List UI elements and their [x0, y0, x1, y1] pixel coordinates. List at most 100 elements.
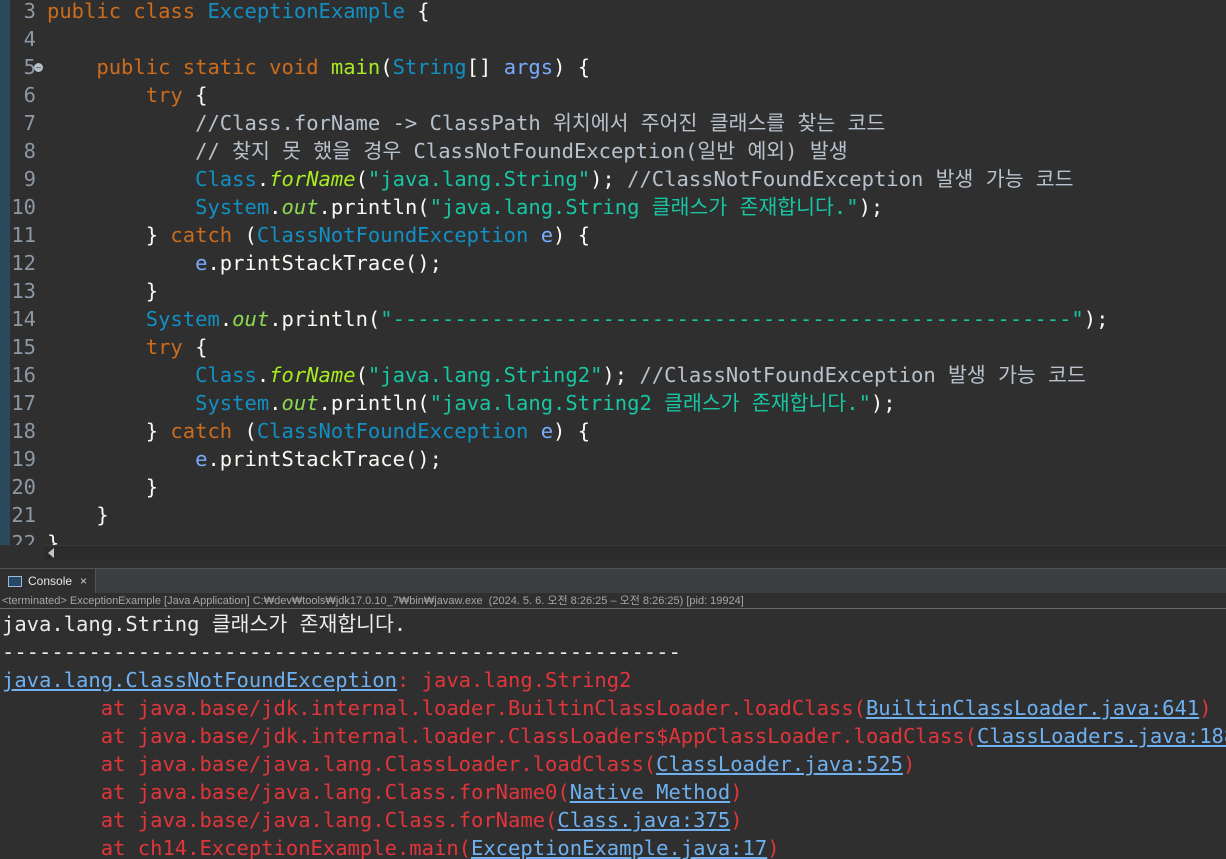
line-number: 11: [11, 223, 36, 247]
console-output[interactable]: java.lang.String 클래스가 존재합니다. ------------…: [0, 610, 1226, 859]
code-token: );: [1083, 307, 1109, 331]
code-token: .printStackTrace();: [207, 251, 442, 275]
code-token: public class: [47, 0, 208, 23]
code-token: (: [355, 363, 368, 387]
code-token: []: [466, 55, 504, 79]
console-line: ----------------------------------------…: [2, 638, 681, 666]
console-text: at java.base/java.lang.Class.forName0(: [2, 780, 570, 804]
code-token: e: [540, 223, 554, 247]
stacktrace-link[interactable]: ExceptionExample.java:17: [471, 836, 767, 859]
code-line[interactable]: 4: [0, 25, 47, 53]
console-text: at java.base/jdk.internal.loader.ClassLo…: [2, 724, 978, 748]
console-text: ): [902, 752, 916, 776]
code-line[interactable]: 3 public class ExceptionExample {: [0, 0, 430, 25]
code-token: //Class.forName -> ClassPath 위치에서 주어진 클래…: [195, 111, 886, 135]
tab-console[interactable]: Console ×: [0, 569, 97, 593]
console-line: java.lang.String 클래스가 존재합니다.: [2, 610, 406, 638]
code-line[interactable]: 10 System.out.println("java.lang.String …: [0, 193, 883, 221]
code-line[interactable]: 19 e.printStackTrace();: [0, 445, 442, 473]
code-token: "java.lang.String2 클래스가 존재합니다.": [429, 391, 871, 415]
console-text: ): [730, 780, 743, 804]
code-token: out: [281, 391, 319, 415]
code-token: ClassNotFoundException: [256, 223, 529, 247]
console-line: at ch14.ExceptionExample.main(ExceptionE…: [2, 834, 780, 859]
code-text: System.out.println("java.lang.String2 클래…: [47, 389, 895, 417]
code-token: "java.lang.String2": [367, 363, 603, 387]
code-line[interactable]: 20 }: [0, 473, 158, 501]
code-token: try: [145, 335, 183, 359]
code-line[interactable]: 9 Class.forName("java.lang.String"); //C…: [0, 165, 1074, 193]
code-text: try {: [47, 81, 208, 109]
code-line[interactable]: 14 System.out.println("-----------------…: [0, 305, 1108, 333]
scroll-left-icon[interactable]: [48, 548, 54, 558]
code-text: }: [47, 277, 158, 305]
code-editor[interactable]: 3 public class ExceptionExample {4 5 publi…: [0, 0, 1226, 545]
line-number: 13: [11, 279, 36, 303]
code-token: (: [355, 167, 368, 191]
console-text: ----------------------------------------…: [2, 640, 681, 664]
code-line[interactable]: 12 e.printStackTrace();: [0, 249, 442, 277]
stacktrace-link[interactable]: Native Method: [570, 780, 730, 804]
code-token: Class: [195, 167, 257, 191]
stacktrace-link[interactable]: ClassLoader.java:525: [656, 752, 903, 776]
code-text: public static void main(String[] args) {: [47, 53, 590, 81]
code-line[interactable]: 17 System.out.println("java.lang.String2…: [0, 389, 895, 417]
code-line[interactable]: 6 try {: [0, 81, 208, 109]
line-number: 16: [11, 363, 36, 387]
code-line[interactable]: 8 // 찾지 못 했을 경우 ClassNotFoundException(일…: [0, 137, 848, 165]
code-line[interactable]: 22}: [0, 529, 59, 545]
code-text: }: [47, 501, 108, 529]
horizontal-scrollbar[interactable]: [44, 545, 1226, 560]
code-line[interactable]: 13 }: [0, 277, 158, 305]
code-token: ) {: [553, 55, 591, 79]
code-line[interactable]: 5 public static void main(String[] args)…: [0, 53, 590, 81]
code-token: catch: [170, 419, 233, 443]
code-token: try: [145, 83, 183, 107]
stacktrace-link[interactable]: java.lang.ClassNotFoundException: [2, 668, 397, 692]
code-line[interactable]: 7 //Class.forName -> ClassPath 위치에서 주어진 …: [0, 109, 886, 137]
code-token: Class: [195, 363, 257, 387]
code-token: forName: [269, 363, 356, 387]
fold-toggle-icon[interactable]: –: [34, 63, 43, 72]
code-token: ClassNotFoundException: [256, 419, 529, 443]
console-text: java.lang.String 클래스가 존재합니다.: [2, 612, 407, 636]
code-token: "java.lang.String": [367, 167, 591, 191]
stacktrace-link[interactable]: Class.java:375: [557, 808, 730, 832]
code-text: try {: [47, 333, 208, 361]
code-line[interactable]: 15 try {: [0, 333, 207, 361]
console-tab-bar: Console ×: [0, 568, 1226, 593]
code-text: e.printStackTrace();: [47, 445, 442, 473]
code-token: //ClassNotFoundException 발생 가능 코드: [627, 167, 1074, 191]
code-line[interactable]: 18 } catch (ClassNotFoundException e) {: [0, 417, 590, 445]
code-token: (: [380, 55, 393, 79]
close-icon[interactable]: ×: [80, 574, 87, 588]
code-token: .println(: [318, 195, 430, 219]
console-line: at java.base/jdk.internal.loader.Builtin…: [2, 694, 1212, 722]
line-number: 22: [11, 531, 36, 545]
code-token: catch: [170, 223, 233, 247]
stacktrace-link[interactable]: BuiltinClassLoader.java:641: [866, 696, 1199, 720]
code-token: //ClassNotFoundException 발생 가능 코드: [639, 363, 1086, 387]
code-text: // 찾지 못 했을 경우 ClassNotFoundException(일반 …: [47, 137, 847, 165]
code-token: .: [269, 391, 282, 415]
code-token: .printStackTrace();: [207, 447, 442, 471]
code-token: {: [404, 0, 430, 23]
code-text: } catch (ClassNotFoundException e) {: [47, 417, 590, 445]
code-token: ) {: [553, 419, 591, 443]
code-line[interactable]: 16 Class.forName("java.lang.String2"); /…: [0, 361, 1086, 389]
stacktrace-link[interactable]: ClassLoaders.java:188: [977, 724, 1226, 748]
code-token: out: [232, 307, 270, 331]
code-token: System: [195, 195, 270, 219]
code-text: } catch (ClassNotFoundException e) {: [47, 221, 590, 249]
code-text: Class.forName("java.lang.String"); //Cla…: [47, 165, 1074, 193]
code-line[interactable]: 21 }: [0, 501, 108, 529]
code-text: }: [47, 529, 59, 545]
line-number: 3: [23, 0, 36, 23]
code-line[interactable]: 11 } catch (ClassNotFoundException e) {: [0, 221, 590, 249]
code-token: );: [858, 195, 884, 219]
console-text: ): [767, 836, 780, 859]
